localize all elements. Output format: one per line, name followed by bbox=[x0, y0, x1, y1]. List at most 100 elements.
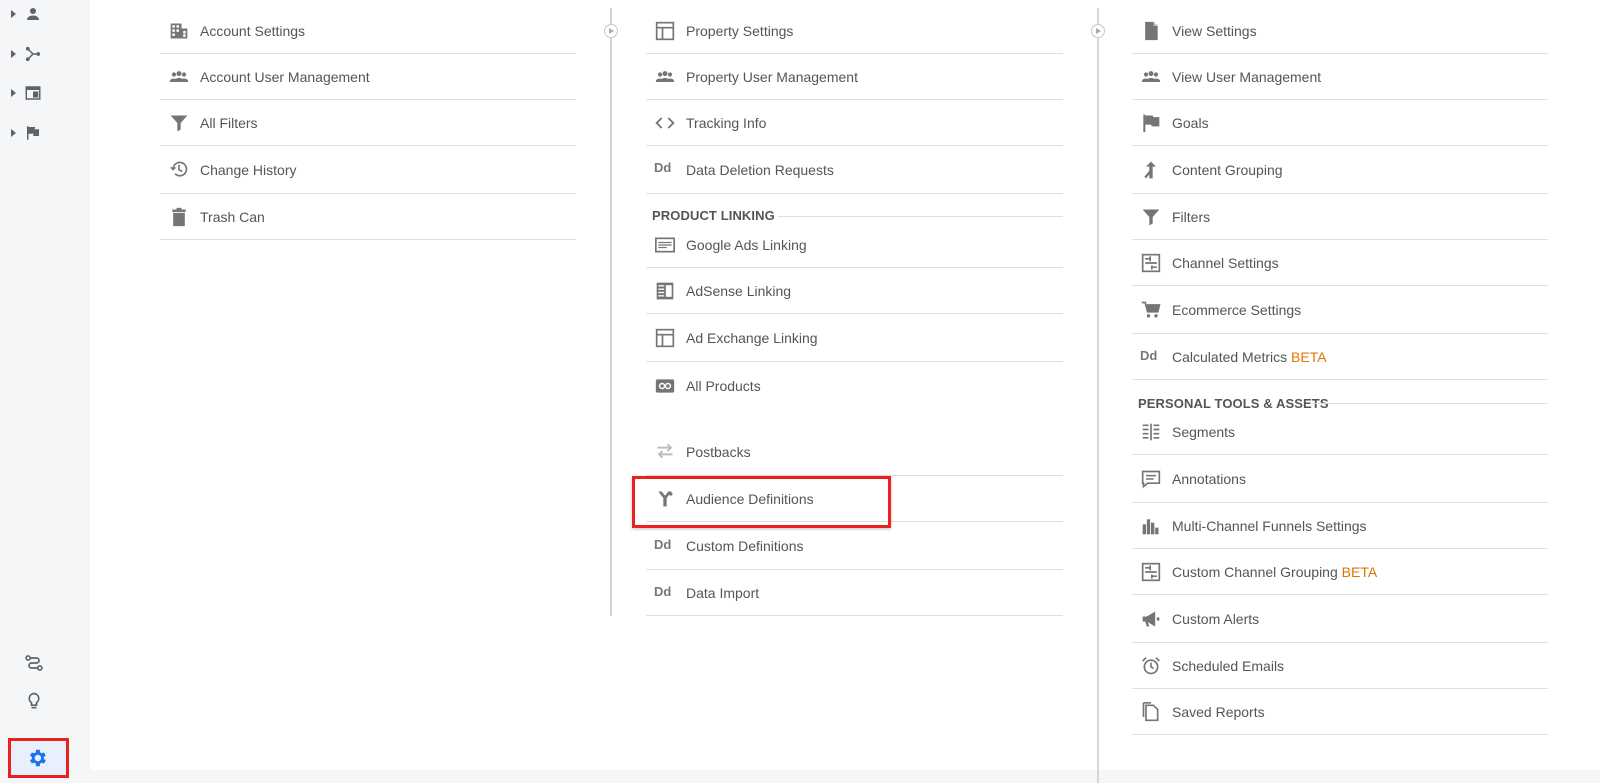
dd-icon: Dd bbox=[1140, 348, 1158, 363]
menu-item-filters[interactable]: Filters bbox=[1132, 194, 1548, 240]
menu-item-label: Channel Settings bbox=[1172, 255, 1279, 271]
attribution-icon[interactable] bbox=[24, 653, 44, 673]
menu-item-label: Property User Management bbox=[686, 69, 858, 85]
expand-caret-icon[interactable] bbox=[11, 50, 16, 58]
nav-behavior[interactable] bbox=[0, 75, 90, 111]
menu-item-ecommerce-settings[interactable]: Ecommerce Settings bbox=[1132, 286, 1548, 334]
left-sidebar bbox=[0, 0, 90, 783]
menu-item-saved-reports[interactable]: Saved Reports bbox=[1132, 689, 1548, 735]
column-divider bbox=[610, 8, 612, 616]
menu-item-account-settings[interactable]: Account Settings bbox=[160, 8, 576, 54]
bar-chart-icon bbox=[1142, 519, 1159, 535]
menu-item-trash-can[interactable]: Trash Can bbox=[160, 194, 576, 240]
google-ads-icon bbox=[655, 237, 675, 253]
menu-item-label: Multi-Channel Funnels Settings bbox=[1172, 518, 1367, 534]
adsense-icon bbox=[656, 282, 674, 300]
users-icon bbox=[169, 71, 189, 82]
person-icon bbox=[27, 8, 39, 20]
menu-item-channel-settings[interactable]: Channel Settings bbox=[1132, 240, 1548, 286]
menu-item-label: Data Deletion Requests bbox=[686, 162, 834, 178]
menu-item-text: Calculated Metrics bbox=[1172, 349, 1288, 365]
flag-icon bbox=[1143, 114, 1160, 133]
menu-item-ad-exchange-linking[interactable]: Ad Exchange Linking bbox=[646, 314, 1063, 362]
menu-item-data-deletion-requests[interactable]: Dd Data Deletion Requests bbox=[646, 146, 1063, 194]
menu-item-label: Data Import bbox=[686, 585, 760, 601]
menu-item-scheduled-emails[interactable]: Scheduled Emails bbox=[1132, 643, 1548, 689]
menu-item-custom-alerts[interactable]: Custom Alerts bbox=[1132, 595, 1548, 643]
users-icon bbox=[655, 71, 675, 82]
menu-item-tracking-info[interactable]: Tracking Info bbox=[646, 100, 1063, 146]
menu-item-all-products[interactable]: All Products bbox=[646, 362, 1063, 410]
menu-item-label: Google Ads Linking bbox=[686, 237, 807, 253]
acquisition-icon bbox=[25, 46, 41, 62]
channel-icon bbox=[1141, 253, 1161, 273]
menu-item-account-user-management[interactable]: Account User Management bbox=[160, 54, 576, 100]
menu-item-postbacks[interactable]: Postbacks bbox=[646, 428, 1063, 476]
dd-icon: Dd bbox=[654, 584, 672, 599]
menu-item-change-history[interactable]: Change History bbox=[160, 146, 576, 194]
menu-item-property-settings[interactable]: Property Settings bbox=[646, 8, 1063, 54]
postbacks-icon bbox=[657, 443, 673, 459]
expand-caret-icon[interactable] bbox=[11, 89, 16, 97]
menu-item-label: Scheduled Emails bbox=[1172, 658, 1285, 674]
saved-reports-icon bbox=[1142, 702, 1159, 722]
beta-badge: BETA bbox=[1341, 564, 1378, 580]
menu-item-calculated-metrics[interactable]: Dd Calculated Metrics BETA bbox=[1132, 334, 1548, 380]
behavior-icon bbox=[25, 86, 41, 100]
menu-item-label: Account User Management bbox=[200, 69, 370, 85]
menu-item-label: Custom Alerts bbox=[1172, 611, 1260, 627]
nav-conversions[interactable] bbox=[0, 115, 90, 151]
dd-icon: Dd bbox=[654, 537, 672, 552]
menu-item-label: Ad Exchange Linking bbox=[686, 330, 818, 346]
menu-item-property-user-management[interactable]: Property User Management bbox=[646, 54, 1063, 100]
menu-item-segments[interactable]: Segments bbox=[1132, 409, 1548, 455]
nav-acquisition[interactable] bbox=[0, 36, 90, 72]
admin-gear-button[interactable] bbox=[8, 738, 69, 778]
menu-item-data-import[interactable]: Dd Data Import bbox=[646, 570, 1063, 616]
menu-item-goals[interactable]: Goals bbox=[1132, 100, 1548, 146]
ad-exchange-icon bbox=[655, 328, 675, 348]
menu-item-view-user-management[interactable]: View User Management bbox=[1132, 54, 1548, 100]
users-icon bbox=[1141, 71, 1161, 82]
flag-icon bbox=[27, 126, 39, 140]
segments-icon bbox=[1142, 423, 1160, 441]
section-title-product-linking: PRODUCT LINKING bbox=[652, 208, 775, 223]
menu-item-all-filters[interactable]: All Filters bbox=[160, 100, 576, 146]
menu-item-label: Property Settings bbox=[686, 23, 794, 39]
filter-icon bbox=[1142, 209, 1160, 226]
menu-item-text: Custom Channel Grouping bbox=[1172, 564, 1338, 580]
menu-item-label: Segments bbox=[1172, 424, 1236, 440]
menu-item-label: View User Management bbox=[1172, 69, 1322, 85]
section-divider bbox=[1310, 403, 1548, 404]
dd-icon: Dd bbox=[654, 160, 672, 175]
menu-item-custom-channel-grouping[interactable]: Custom Channel Grouping BETA bbox=[1132, 549, 1548, 595]
trash-icon bbox=[172, 207, 186, 227]
nav-audience[interactable] bbox=[0, 0, 90, 32]
menu-item-adsense-linking[interactable]: AdSense Linking bbox=[646, 268, 1063, 314]
menu-item-label: Saved Reports bbox=[1172, 704, 1265, 720]
megaphone-icon bbox=[1142, 611, 1160, 627]
expand-caret-icon[interactable] bbox=[11, 10, 16, 18]
menu-item-label: Custom Channel Grouping BETA bbox=[1172, 549, 1377, 595]
menu-item-label: Postbacks bbox=[686, 444, 751, 460]
history-icon bbox=[169, 161, 188, 177]
menu-item-label: AdSense Linking bbox=[686, 283, 792, 299]
lightbulb-icon[interactable] bbox=[24, 691, 44, 711]
menu-item-label: Annotations bbox=[1172, 471, 1246, 487]
expand-caret-icon[interactable] bbox=[11, 129, 16, 137]
content-grouping-icon bbox=[1144, 161, 1156, 179]
menu-item-label: Filters bbox=[1172, 209, 1211, 225]
menu-item-annotations[interactable]: Annotations bbox=[1132, 455, 1548, 503]
menu-item-content-grouping[interactable]: Content Grouping bbox=[1132, 146, 1548, 194]
menu-item-view-settings[interactable]: View Settings bbox=[1132, 8, 1548, 54]
property-icon bbox=[655, 21, 675, 41]
gear-icon bbox=[30, 749, 46, 767]
menu-item-multi-channel-funnels-settings[interactable]: Multi-Channel Funnels Settings bbox=[1132, 503, 1548, 549]
menu-item-google-ads-linking[interactable]: Google Ads Linking bbox=[646, 222, 1063, 268]
menu-item-label: Content Grouping bbox=[1172, 162, 1283, 178]
bottom-bar bbox=[90, 770, 1600, 783]
arrow-right-icon bbox=[604, 24, 618, 38]
building-icon bbox=[170, 23, 188, 39]
menu-item-label: View Settings bbox=[1172, 23, 1257, 39]
menu-item-custom-definitions[interactable]: Dd Custom Definitions bbox=[646, 522, 1063, 570]
